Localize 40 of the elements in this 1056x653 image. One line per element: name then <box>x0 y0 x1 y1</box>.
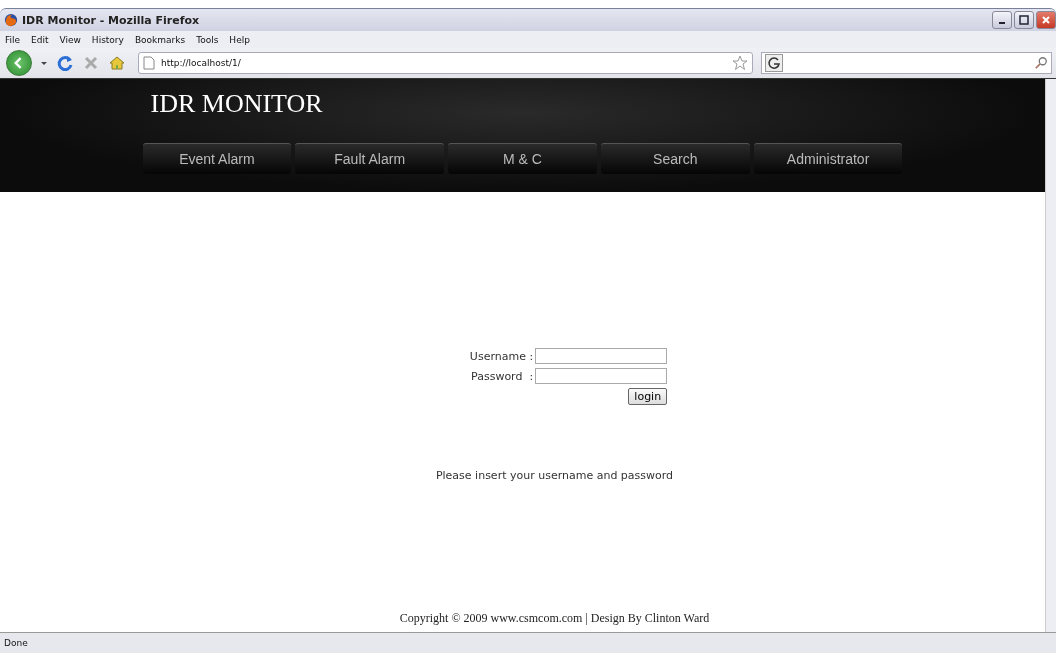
reload-icon[interactable] <box>56 54 74 72</box>
maximize-button[interactable] <box>1014 11 1034 29</box>
username-field[interactable] <box>535 348 668 364</box>
window-title: IDR Monitor - Mozilla Firefox <box>22 13 200 27</box>
maximize-icon <box>1019 15 1029 25</box>
password-field[interactable] <box>535 368 668 384</box>
search-icon[interactable] <box>1034 56 1048 70</box>
nav-tab[interactable]: Search <box>600 143 750 174</box>
nav-tab[interactable]: Administrator <box>753 143 903 174</box>
nav-tab[interactable]: Fault Alarm <box>295 143 445 174</box>
home-icon[interactable] <box>108 54 126 72</box>
menu-item[interactable]: Edit <box>31 34 49 45</box>
page-icon <box>143 56 155 70</box>
star-icon[interactable] <box>732 55 748 71</box>
menu-item[interactable]: Bookmarks <box>134 34 186 45</box>
password-label: Password : <box>471 369 534 383</box>
menu-item[interactable]: Tools <box>196 34 219 45</box>
menu-item[interactable]: View <box>59 34 81 45</box>
menu-item[interactable]: File <box>5 34 21 45</box>
username-label: Username : <box>469 349 534 363</box>
minimize-icon <box>999 22 1005 24</box>
g-logo-icon <box>765 54 783 72</box>
search-field[interactable] <box>761 52 1052 74</box>
scrollbar[interactable] <box>1045 79 1056 632</box>
minimize-button[interactable] <box>992 11 1012 29</box>
copyright-text: Copyright © 2009 www.csmcom.com | Design By Clinton Ward <box>399 611 710 626</box>
fox-logo-icon <box>4 13 18 27</box>
login-button[interactable]: login <box>628 388 668 405</box>
close-icon <box>1041 15 1051 25</box>
close-button[interactable] <box>1036 11 1056 29</box>
menu-item[interactable]: History <box>91 34 124 45</box>
nav-tab[interactable]: Event Alarm <box>142 143 292 174</box>
site-title: IDR MONITOR <box>149 89 324 120</box>
back-button[interactable] <box>6 50 32 76</box>
nav-tab[interactable]: M & C <box>448 143 597 174</box>
status-text: Done <box>4 638 28 648</box>
caret-icon[interactable] <box>40 59 48 67</box>
menu-item[interactable]: Help <box>229 34 250 45</box>
login-message: Please insert your username and password <box>435 469 674 482</box>
address-field[interactable]: http://localhost/1/ <box>138 52 753 74</box>
